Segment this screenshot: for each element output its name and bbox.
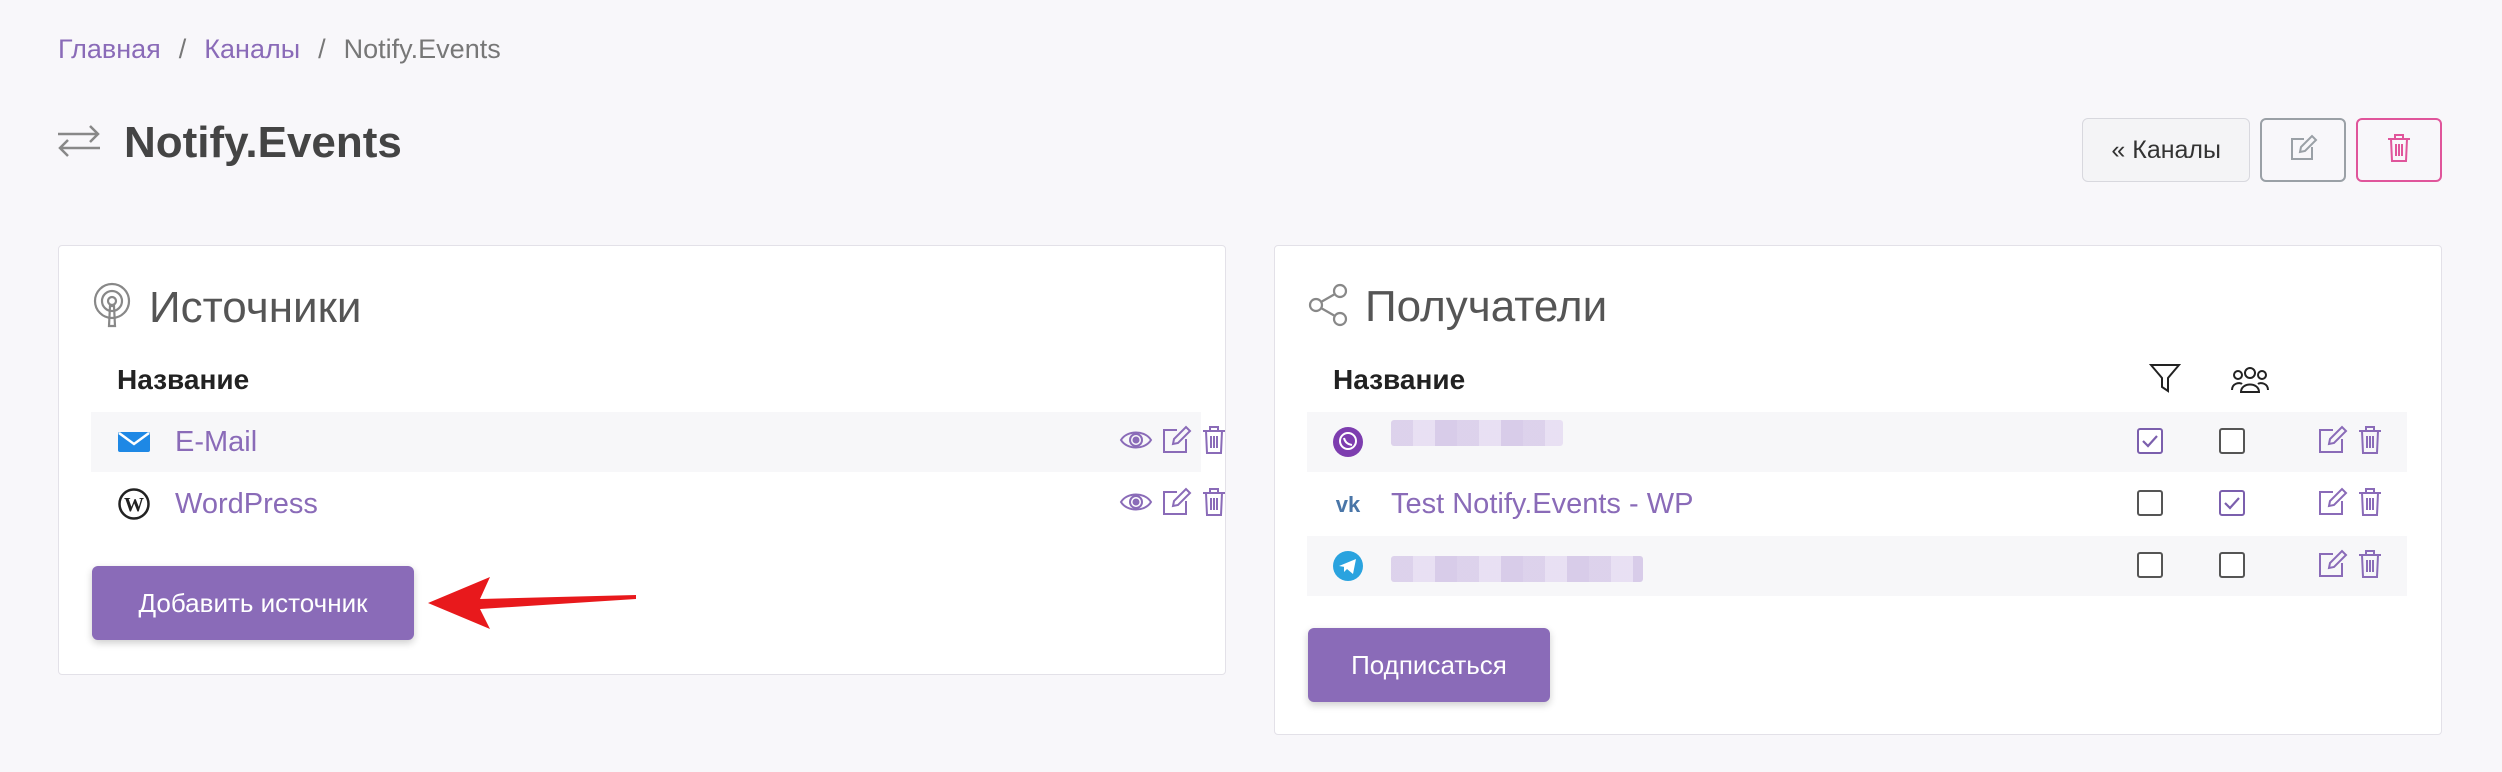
trash-icon[interactable] xyxy=(2357,487,2383,522)
filter-checkbox[interactable] xyxy=(2137,490,2163,516)
recipients-column-name: Название xyxy=(1333,364,1466,395)
group-checkbox[interactable] xyxy=(2219,552,2245,578)
row-actions xyxy=(2317,549,2383,584)
page-header: Notify.Events xyxy=(56,118,402,168)
sources-column-name: Название xyxy=(117,364,250,395)
edit-channel-button[interactable] xyxy=(2260,118,2346,182)
vk-icon: vk xyxy=(1331,487,1365,521)
trash-icon[interactable] xyxy=(1201,487,1227,522)
users-icon xyxy=(2230,364,2270,399)
table-row xyxy=(1307,412,2407,472)
group-checkbox[interactable] xyxy=(2219,428,2245,454)
back-to-channels-button[interactable]: « Каналы xyxy=(2082,118,2250,182)
breadcrumb-separator: / xyxy=(178,34,187,64)
filter-checkbox[interactable] xyxy=(2137,552,2163,578)
edit-icon[interactable] xyxy=(2317,549,2349,584)
sources-card: Источники Название E-Mail W WordPress До… xyxy=(58,245,1226,675)
group-checkbox[interactable] xyxy=(2219,490,2245,516)
recipient-name-redacted[interactable] xyxy=(1391,420,1563,446)
filter-icon xyxy=(2148,362,2182,399)
recipient-name-redacted[interactable] xyxy=(1391,556,1643,582)
eye-icon[interactable] xyxy=(1119,427,1153,458)
edit-icon[interactable] xyxy=(1161,487,1193,522)
svg-text:W: W xyxy=(124,494,144,516)
sources-title: Источники xyxy=(149,282,362,332)
table-row: E-Mail xyxy=(91,412,1225,472)
breadcrumb-current: Notify.Events xyxy=(343,34,501,64)
exchange-icon xyxy=(56,124,102,163)
recipients-header: Получатели xyxy=(1307,282,1607,332)
wordpress-icon: W xyxy=(117,487,151,521)
recipients-title: Получатели xyxy=(1365,282,1608,331)
page-title: Notify.Events xyxy=(124,118,402,167)
row-actions xyxy=(2317,425,2383,460)
trash-icon[interactable] xyxy=(2357,549,2383,584)
delete-channel-button[interactable] xyxy=(2356,118,2442,182)
trash-icon[interactable] xyxy=(2357,425,2383,460)
filter-checkbox[interactable] xyxy=(2137,428,2163,454)
viber-icon xyxy=(1331,425,1365,459)
email-icon xyxy=(117,425,151,459)
source-link[interactable]: WordPress xyxy=(175,488,318,521)
trash-icon[interactable] xyxy=(1201,425,1227,460)
sources-header: Источники xyxy=(91,282,361,333)
page-actions: « Каналы xyxy=(2082,118,2442,182)
table-row: vk Test Notify.Events - WP xyxy=(1307,474,2407,534)
edit-icon xyxy=(2288,134,2318,167)
breadcrumb: Главная / Каналы / Notify.Events xyxy=(58,34,501,65)
recipient-link[interactable]: Test Notify.Events - WP xyxy=(1391,488,1693,521)
trash-icon xyxy=(2386,133,2412,168)
share-icon xyxy=(1307,283,1349,332)
subscribe-button[interactable]: Подписаться xyxy=(1308,628,1550,702)
table-row: W WordPress xyxy=(91,474,1225,534)
telegram-icon xyxy=(1331,549,1365,583)
breadcrumb-channels[interactable]: Каналы xyxy=(204,34,300,65)
row-actions xyxy=(2317,487,2383,522)
svg-text:vk: vk xyxy=(1336,493,1361,515)
row-actions xyxy=(1119,425,1227,460)
source-link[interactable]: E-Mail xyxy=(175,426,257,459)
breadcrumb-separator: / xyxy=(318,34,326,64)
edit-icon[interactable] xyxy=(1161,425,1193,460)
row-actions xyxy=(1119,487,1227,522)
table-row xyxy=(1307,536,2407,596)
edit-icon[interactable] xyxy=(2317,425,2349,460)
breadcrumb-home[interactable]: Главная xyxy=(58,34,161,65)
edit-icon[interactable] xyxy=(2317,487,2349,522)
eye-icon[interactable] xyxy=(1119,489,1153,520)
recipients-card: Получатели Название vk Test Notify.Event… xyxy=(1274,245,2442,735)
podcast-icon xyxy=(91,282,133,333)
add-source-button[interactable]: Добавить источник xyxy=(92,566,414,640)
arrow-annotation-icon xyxy=(428,575,638,636)
